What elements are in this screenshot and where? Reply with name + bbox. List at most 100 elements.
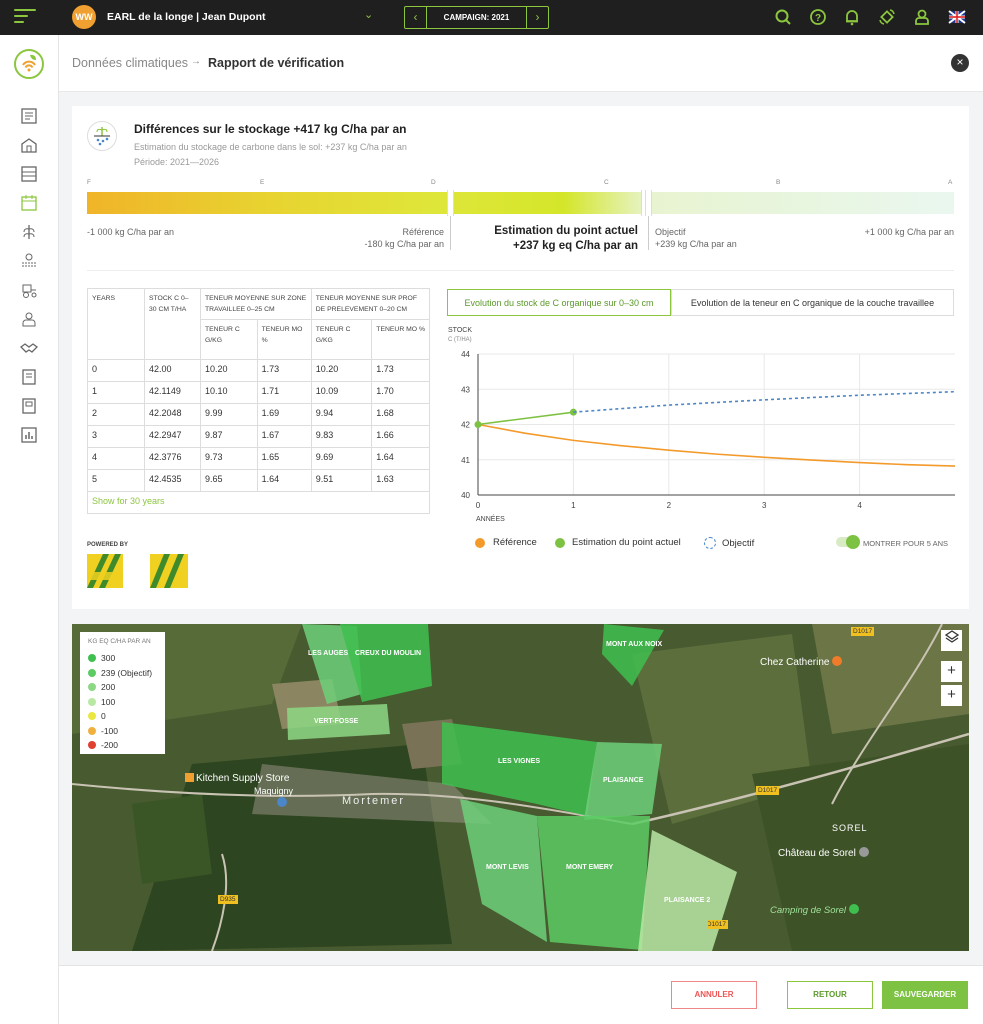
legend-swatch xyxy=(88,726,96,735)
campaign-prev-button[interactable]: ‹ xyxy=(405,7,427,28)
field-icon[interactable] xyxy=(20,252,38,270)
user-icon[interactable] xyxy=(913,8,931,26)
app-logo[interactable] xyxy=(14,49,44,79)
cell: 42.2048 xyxy=(144,403,201,426)
search-icon[interactable] xyxy=(774,8,792,26)
layers-button[interactable] xyxy=(941,630,962,651)
legend-item: -100 xyxy=(88,724,157,739)
restaurant-icon xyxy=(832,656,843,666)
scale-min-label: -1 000 kg C/ha par an xyxy=(87,227,175,237)
help-icon[interactable]: ? xyxy=(809,8,827,26)
legend-label: Objectif xyxy=(722,537,755,549)
map-legend-title: KG EQ C/HA PAR AN xyxy=(88,638,151,645)
tractor-icon[interactable] xyxy=(20,281,38,299)
simeos-logo xyxy=(87,554,123,588)
legend-label: 0 xyxy=(101,711,106,722)
chevron-down-icon: ⌄ xyxy=(364,9,374,21)
parcel-map[interactable]: KG EQ C/HA PAR AN 300 239 (Objectif) 200… xyxy=(72,624,969,951)
castle-icon xyxy=(858,847,869,857)
field-label[interactable]: CREUX DU MOULIN xyxy=(355,650,421,657)
save-button[interactable]: SAUVEGARDER xyxy=(882,981,968,1009)
header-stock: STOCK C 0–30 CM T/HA xyxy=(144,288,201,360)
road-label: D935 xyxy=(218,895,238,904)
avatar: WW xyxy=(72,5,96,29)
legend-objective: Objectif xyxy=(704,537,754,549)
dashboard-icon[interactable] xyxy=(20,107,38,125)
menu-icon[interactable] xyxy=(14,9,36,25)
farm-building-icon[interactable] xyxy=(20,136,38,154)
back-button[interactable]: RETOUR xyxy=(787,981,873,1009)
calendar-icon[interactable] xyxy=(20,194,38,212)
legend-item: 0 xyxy=(88,709,157,724)
cell: 1.69 xyxy=(256,403,312,426)
crop-icon[interactable] xyxy=(20,223,38,241)
field-label[interactable]: PLAISANCE 2 xyxy=(664,897,710,904)
report-card: Différences sur le stockage +417 kg C/ha… xyxy=(72,106,969,609)
top-bar: WW EARL de la longe | Jean Dupont ⌄ ‹ CA… xyxy=(0,0,983,35)
cell: 42.00 xyxy=(144,359,201,382)
tab-stock-c[interactable]: Evolution du stock de C organique sur 0–… xyxy=(447,289,671,316)
place-label: Mortemer xyxy=(342,795,406,807)
data-point xyxy=(474,421,482,428)
field-label[interactable]: MONT AUX NOIX xyxy=(606,641,662,648)
close-icon[interactable]: × xyxy=(951,54,969,72)
show-more-cell: Show for 30 years xyxy=(87,491,430,514)
uk-flag-icon[interactable] xyxy=(948,8,966,26)
bell-icon[interactable] xyxy=(843,8,861,26)
show-more-link[interactable]: Show for 30 years xyxy=(92,496,165,506)
storage-icon[interactable] xyxy=(20,165,38,183)
place-name: Kitchen Supply Store xyxy=(196,773,290,784)
chart-ylabel: STOCK xyxy=(448,327,472,334)
cell: 9.87 xyxy=(200,425,258,448)
road-label: D1017 xyxy=(851,627,875,636)
cell: 9.65 xyxy=(200,469,258,492)
stats-icon[interactable] xyxy=(20,426,38,444)
field-label[interactable]: PLAISANCE xyxy=(603,777,643,784)
field-label[interactable]: LES AUGES xyxy=(308,650,348,657)
report-icon[interactable] xyxy=(20,368,38,386)
cell: 0 xyxy=(87,359,145,382)
document-icon[interactable] xyxy=(20,397,38,415)
sidebar xyxy=(0,35,59,1024)
reference-line xyxy=(450,216,451,250)
farmer-icon[interactable] xyxy=(20,310,38,328)
objective-line xyxy=(648,216,649,250)
field-label[interactable]: MONT EMERY xyxy=(566,864,613,871)
table-row: 5 42.4535 9.65 1.64 9.51 1.63 xyxy=(87,469,430,492)
breadcrumb-parent[interactable]: Données climatiques xyxy=(72,56,188,70)
grade-label: E xyxy=(260,179,265,186)
cancel-button[interactable]: ANNULER xyxy=(671,981,757,1009)
legend-dot xyxy=(704,537,716,549)
y-tick-label: 42 xyxy=(461,421,470,430)
scale-max-label: +1 000 kg C/ha par an xyxy=(864,227,954,237)
legend-item: 100 xyxy=(88,695,157,710)
zoom-in-button[interactable]: + xyxy=(941,661,962,682)
place-label: Maquigny xyxy=(254,786,293,796)
estimation-value: +237 kg eq C/ha par an xyxy=(513,240,638,252)
tab-teneur-c[interactable]: Evolution de la teneur en C organique de… xyxy=(671,289,954,316)
campaign-next-button[interactable]: › xyxy=(526,7,548,28)
objective-value: +239 kg C/ha par an xyxy=(655,239,737,249)
satellite-icon[interactable] xyxy=(878,8,896,26)
handshake-icon[interactable] xyxy=(20,339,38,357)
map-legend: KG EQ C/HA PAR AN 300 239 (Objectif) 200… xyxy=(80,632,165,754)
header-c: TENEUR C G/KG xyxy=(310,319,373,360)
campaign-label: CAMPAIGN: 2021 xyxy=(443,13,510,22)
legend-label: 200 xyxy=(101,682,116,693)
legend-swatch xyxy=(88,712,96,721)
summary-period: Période: 2021—2026 xyxy=(134,157,220,167)
table-row: 0 42.00 10.20 1.73 10.20 1.73 xyxy=(87,359,430,382)
cell: 9.51 xyxy=(310,469,373,492)
field-label[interactable]: MONT LEVIS xyxy=(486,864,529,871)
field-label[interactable]: VERT-FOSSE xyxy=(314,718,358,725)
field-label[interactable]: LES VIGNES xyxy=(498,758,540,765)
cell: 10.10 xyxy=(200,381,258,404)
chart-ylabel-unit: C (T/HA) xyxy=(448,337,472,343)
farm-selector[interactable]: WW EARL de la longe | Jean Dupont ⌄ xyxy=(72,5,382,30)
header-mo: TENEUR MO % xyxy=(371,319,430,360)
summary-subtitle: Estimation du stockage de carbone dans l… xyxy=(134,142,407,152)
header-mo: TENEUR MO % xyxy=(256,319,312,360)
legend-dot xyxy=(555,537,565,548)
zoom-in-alt-button[interactable]: + xyxy=(941,685,962,706)
show-5-years-toggle[interactable] xyxy=(836,535,860,549)
